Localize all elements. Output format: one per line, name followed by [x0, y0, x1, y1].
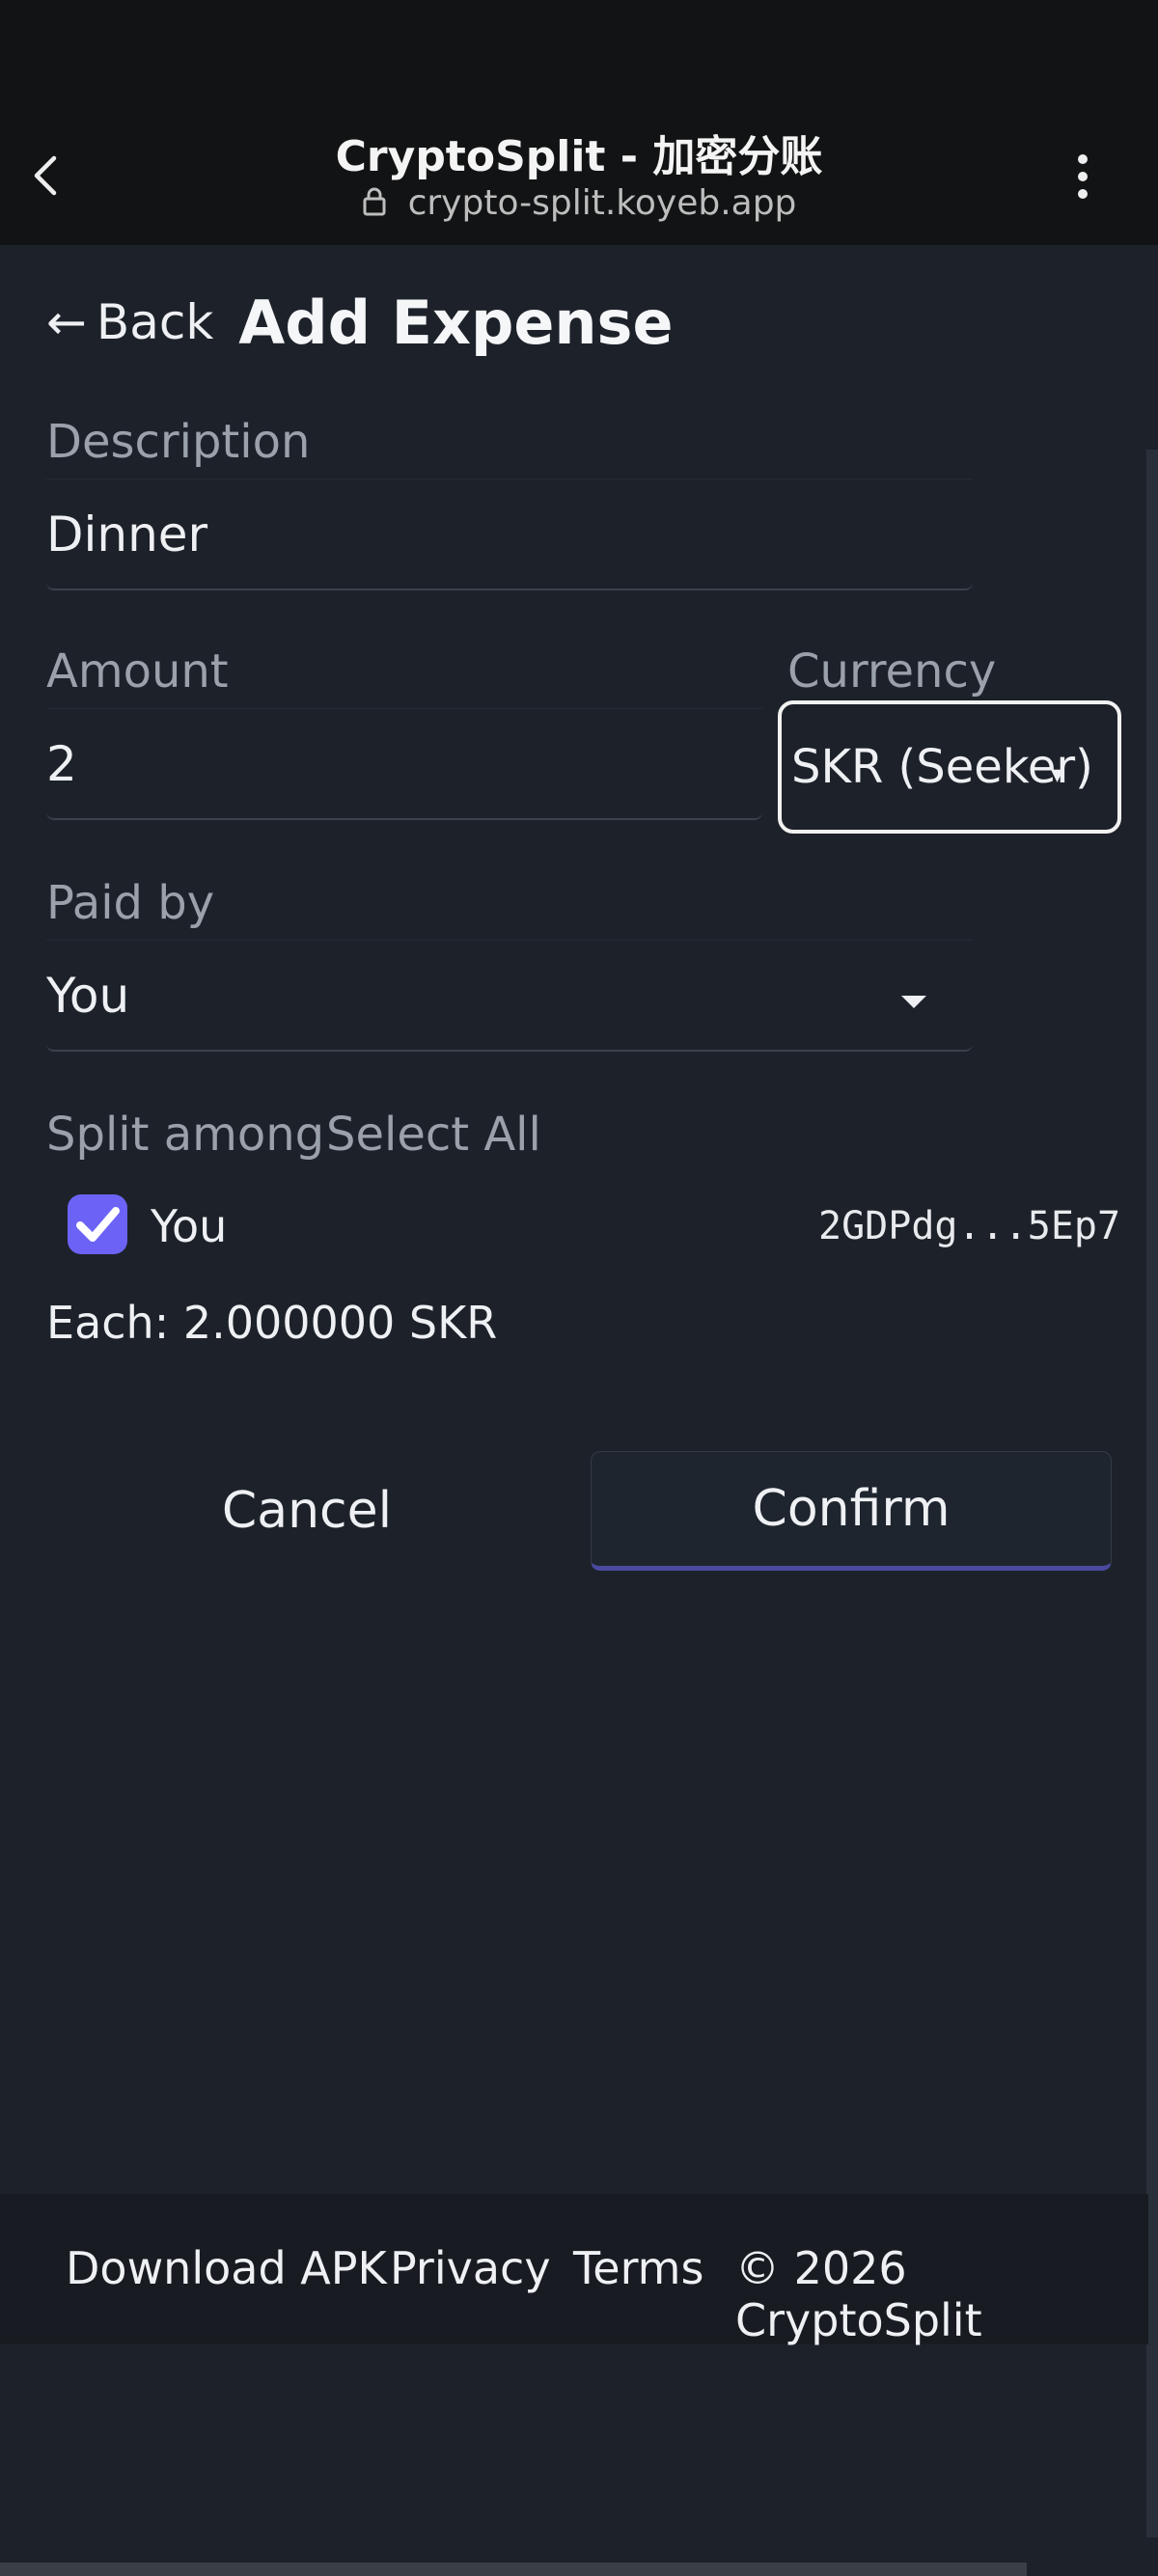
- privacy-link[interactable]: Privacy: [390, 2242, 551, 2294]
- split-among-label: Split among: [46, 1108, 325, 1162]
- browser-url[interactable]: crypto-split.koyeb.app: [0, 183, 1158, 223]
- description-label: Description: [46, 415, 311, 469]
- paid-by-value: You: [46, 967, 130, 1024]
- description-value: Dinner: [46, 506, 208, 562]
- more-vertical-icon[interactable]: [1069, 152, 1096, 201]
- footer: Download APK Privacy Terms © 2026 Crypto…: [0, 2194, 1148, 2346]
- cancel-button[interactable]: Cancel: [46, 1451, 567, 1571]
- chevron-down-icon: ▾: [1050, 760, 1063, 789]
- browser-title: CryptoSplit - 加密分账: [335, 132, 823, 181]
- amount-value: 2: [46, 735, 77, 792]
- currency-value: SKR (Seeker): [791, 740, 1093, 794]
- back-label: Back: [96, 294, 214, 350]
- member-checkbox[interactable]: [68, 1194, 127, 1254]
- amount-label: Amount: [46, 644, 229, 699]
- select-all-button[interactable]: Select All: [326, 1108, 541, 1162]
- page-header: ← Back Add Expense: [46, 284, 674, 361]
- paid-by-select[interactable]: You: [46, 940, 973, 1052]
- member-address: 2GDPdg...5Ep7: [818, 1204, 1121, 1248]
- description-input[interactable]: Dinner: [46, 479, 973, 590]
- terms-link[interactable]: Terms: [573, 2242, 703, 2294]
- download-apk-link[interactable]: Download APK: [66, 2242, 387, 2294]
- arrow-left-icon: ←: [46, 294, 87, 350]
- check-icon: [76, 1207, 120, 1242]
- confirm-button[interactable]: Confirm: [591, 1451, 1112, 1571]
- url-text: crypto-split.koyeb.app: [407, 183, 797, 223]
- page-title: Add Expense: [238, 287, 674, 358]
- each-amount: Each: 2.000000 SKR: [46, 1297, 498, 1349]
- member-name: You: [151, 1200, 228, 1252]
- caret-down-icon: [901, 996, 926, 1008]
- back-button[interactable]: ← Back: [46, 294, 213, 350]
- browser-toolbar: CryptoSplit - 加密分账 crypto-split.koyeb.ap…: [0, 0, 1158, 245]
- currency-select[interactable]: SKR (Seeker) ▾: [778, 700, 1121, 834]
- copyright-text: © 2026 CryptoSplit: [735, 2242, 982, 2346]
- paid-by-label: Paid by: [46, 876, 215, 930]
- currency-label: Currency: [787, 644, 997, 699]
- amount-input[interactable]: 2: [46, 708, 762, 820]
- lock-icon: [363, 187, 386, 216]
- horizontal-scrollbar[interactable]: [0, 2562, 1027, 2576]
